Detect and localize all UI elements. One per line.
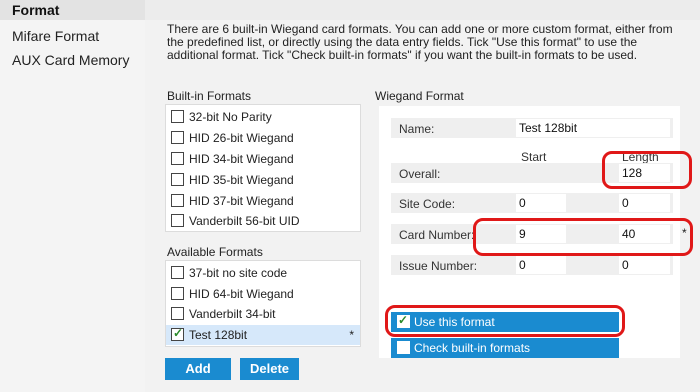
card-number-marker: *: [682, 226, 687, 240]
issue-number-label: Issue Number:: [399, 259, 478, 273]
list-item[interactable]: HID 26-bit Wiegand: [166, 128, 360, 148]
checkbox[interactable]: [171, 307, 184, 320]
site-code-label: Site Code:: [399, 197, 456, 211]
site-code-start-input[interactable]: [516, 194, 566, 212]
check-icon: ✓: [173, 326, 184, 340]
card-number-length-input[interactable]: [619, 225, 670, 243]
modified-marker: *: [349, 328, 354, 342]
checkbox[interactable]: [171, 152, 184, 165]
name-input[interactable]: [516, 119, 670, 137]
list-item[interactable]: 32-bit No Parity: [166, 107, 360, 127]
list-item-label: HID 34-bit Wiegand: [189, 152, 294, 166]
name-label: Name:: [399, 122, 435, 136]
list-item[interactable]: HID 64-bit Wiegand: [166, 284, 360, 304]
list-item[interactable]: HID 37-bit Wiegand: [166, 191, 360, 211]
list-item-label: HID 26-bit Wiegand: [189, 131, 294, 145]
list-item-label: Vanderbilt 56-bit UID: [189, 214, 300, 228]
issue-number-start-input[interactable]: [516, 256, 566, 274]
list-item-selected[interactable]: ✓ Test 128bit *: [166, 325, 360, 345]
check-builtin-formats-label: Check built-in formats: [414, 341, 531, 355]
checkbox[interactable]: [171, 287, 184, 300]
checkbox-checked[interactable]: ✓: [171, 326, 184, 341]
builtin-formats-title: Built-in Formats: [167, 89, 252, 103]
checkbox[interactable]: [171, 194, 184, 207]
card-number-label: Card Number:: [399, 228, 475, 242]
wiegand-format-title: Wiegand Format: [375, 89, 464, 103]
top-band: [145, 0, 700, 20]
check-icon: ✓: [398, 313, 409, 327]
checkbox[interactable]: [171, 214, 184, 227]
list-item-label: 37-bit no site code: [189, 266, 288, 280]
intro-text: There are 6 built-in Wiegand card format…: [167, 22, 673, 62]
overall-label: Overall:: [399, 167, 441, 181]
add-button[interactable]: Add: [165, 358, 231, 380]
site-code-length-input[interactable]: [619, 194, 670, 212]
checkbox[interactable]: [397, 341, 410, 354]
list-item-label: HID 35-bit Wiegand: [189, 173, 294, 187]
card-number-start-input[interactable]: [516, 225, 566, 243]
use-this-format-label: Use this format: [414, 315, 495, 329]
checkbox[interactable]: [171, 110, 184, 123]
list-item-label: 32-bit No Parity: [189, 110, 272, 124]
sidebar-header[interactable]: Format: [0, 0, 145, 20]
length-column-header: Length: [622, 150, 659, 164]
overall-length-input[interactable]: [619, 164, 670, 182]
checkbox[interactable]: [171, 266, 184, 279]
builtin-formats-list: 32-bit No Parity HID 26-bit Wiegand HID …: [165, 104, 361, 232]
list-item-label: HID 64-bit Wiegand: [189, 287, 294, 301]
list-item-label: HID 37-bit Wiegand: [189, 194, 294, 208]
sidebar-item-aux-card-memory[interactable]: AUX Card Memory: [12, 52, 129, 68]
list-item[interactable]: HID 35-bit Wiegand: [166, 170, 360, 190]
check-builtin-formats-toggle[interactable]: Check built-in formats: [391, 338, 619, 358]
list-item-label: Vanderbilt 34-bit: [189, 307, 276, 321]
available-formats-list: 37-bit no site code HID 64-bit Wiegand V…: [165, 260, 361, 347]
available-formats-title: Available Formats: [167, 245, 263, 259]
list-item[interactable]: Vanderbilt 56-bit UID: [166, 211, 360, 231]
list-item[interactable]: 37-bit no site code: [166, 263, 360, 283]
issue-number-length-input[interactable]: [619, 256, 670, 274]
use-this-format-toggle[interactable]: ✓ Use this format: [391, 312, 619, 332]
list-item[interactable]: HID 34-bit Wiegand: [166, 149, 360, 169]
checkbox[interactable]: [171, 131, 184, 144]
delete-button[interactable]: Delete: [240, 358, 299, 380]
list-item-label: Test 128bit: [189, 328, 248, 342]
checkbox-checked[interactable]: ✓: [397, 313, 410, 328]
sidebar-item-mifare-format[interactable]: Mifare Format: [12, 28, 99, 44]
sidebar-header-label: Format: [12, 2, 60, 18]
list-item[interactable]: Vanderbilt 34-bit: [166, 304, 360, 324]
start-column-header: Start: [521, 150, 547, 164]
checkbox[interactable]: [171, 173, 184, 186]
